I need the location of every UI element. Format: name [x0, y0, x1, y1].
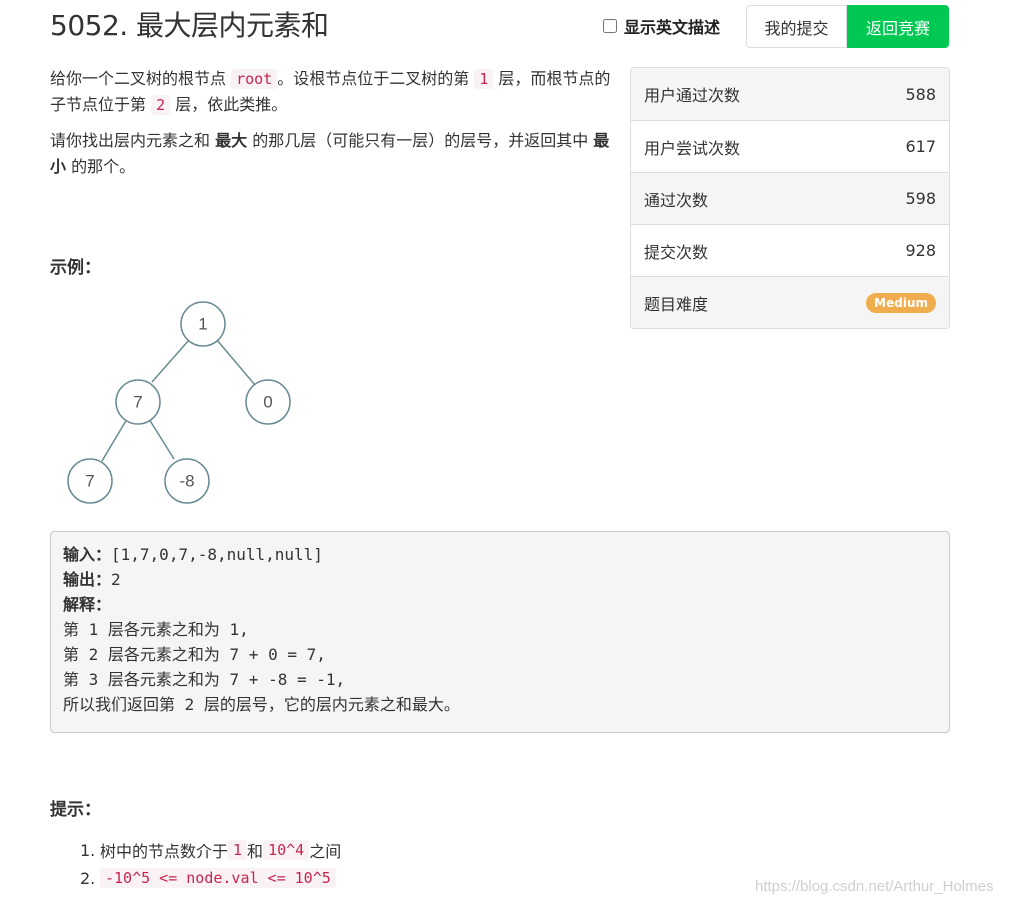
stat-row-difficulty: 题目难度 Medium — [631, 276, 949, 328]
page-title: 5052. 最大层内元素和 — [50, 9, 329, 42]
stat-label: 用户通过次数 — [644, 86, 741, 105]
stat-value: 617 — [905, 137, 936, 156]
explanation-line: 第 1 层各元素之和为 1, — [63, 620, 249, 639]
back-to-contest-button[interactable]: 返回竞赛 — [847, 5, 949, 48]
stat-label: 提交次数 — [644, 242, 709, 262]
output-line: 输出：2 — [63, 570, 121, 589]
stat-row-total-accepted: 通过次数 598 — [631, 172, 949, 224]
tree-edge — [216, 339, 256, 386]
binary-tree-diagram: 1 7 0 7 -8 — [67, 301, 291, 504]
example-heading: 示例： — [50, 258, 101, 278]
difficulty-badge: Medium — [866, 292, 936, 313]
tree-node-label: 7 — [133, 393, 142, 412]
explanation-line: 所以我们返回第 2 层的层号，它的层内元素之和最大。 — [63, 695, 460, 714]
show-english-toggle[interactable]: 显示英文描述 — [603, 14, 720, 38]
stat-label: 题目难度 — [644, 294, 709, 314]
hints-heading: 提示： — [50, 800, 101, 820]
tree-edge — [148, 418, 175, 460]
stat-label: 用户尝试次数 — [644, 138, 741, 158]
tree-node-label: 0 — [263, 393, 272, 412]
inline-code: 10^4 — [263, 840, 310, 860]
explanation-label: 解释： — [63, 595, 112, 614]
bold-text: 最大 — [215, 131, 248, 150]
tree-node-label: 1 — [198, 315, 207, 334]
stats-panel: 用户通过次数 588 用户尝试次数 617 通过次数 598 提交次数 928 … — [630, 67, 950, 329]
tree-node-label: 7 — [85, 472, 94, 491]
tree-node-label: -8 — [179, 472, 194, 491]
watermark: https://blog.csdn.net/Arthur_Holmes — [755, 878, 994, 895]
hint-item: 2. -10^5 <= node.val <= 10^5 — [80, 864, 341, 892]
explanation-line: 第 2 层各元素之和为 7 + 0 = 7, — [63, 645, 326, 664]
stat-row-total-submissions: 提交次数 928 — [631, 224, 949, 276]
show-english-label: 显示英文描述 — [624, 18, 721, 37]
input-line: 输入：[1,7,0,7,-8,null,null] — [63, 545, 323, 564]
explanation-line: 第 3 层各元素之和为 7 + -8 = -1, — [63, 670, 346, 689]
inline-code: root — [231, 69, 278, 89]
stat-row-users-accepted: 用户通过次数 588 — [631, 68, 949, 120]
description-paragraph-2: 请你找出层内元素之和 最大 的那几层（可能只有一层）的层号，并返回其中 最小 的… — [50, 131, 610, 176]
example-code-block: 输入：[1,7,0,7,-8,null,null] 输出：2 解释： 第 1 层各元素… — [50, 531, 950, 733]
hint-item: 1. 树中的节点数介于 1 和 10^4 之间 — [80, 840, 342, 861]
stat-value: 588 — [905, 84, 936, 104]
tree-edge — [101, 418, 128, 462]
stat-value: 598 — [905, 189, 936, 208]
inline-code: -10^5 <= node.val <= 10^5 — [100, 868, 336, 888]
tree-edge — [151, 339, 190, 383]
stat-label: 通过次数 — [644, 190, 709, 210]
hints-list: 1. 树中的节点数介于 1 和 10^4 之间 2. -10^5 <= node.v… — [80, 836, 341, 892]
inline-code: 1 — [474, 69, 494, 89]
description-paragraph-1: 给你一个二叉树的根节点 root 。设根节点位于二叉树的第 1 层，而根节点的子节… — [50, 69, 611, 115]
problem-description: 给你一个二叉树的根节点 root 。设根节点位于二叉树的第 1 层，而根节点的子节… — [50, 66, 615, 190]
inline-code: 2 — [151, 95, 171, 115]
stat-row-users-attempted: 用户尝试次数 617 — [631, 120, 949, 172]
show-english-checkbox[interactable] — [603, 19, 617, 33]
stat-value: 928 — [905, 241, 936, 260]
inline-code: 1 — [228, 840, 248, 860]
my-submissions-button[interactable]: 我的提交 — [746, 5, 847, 48]
